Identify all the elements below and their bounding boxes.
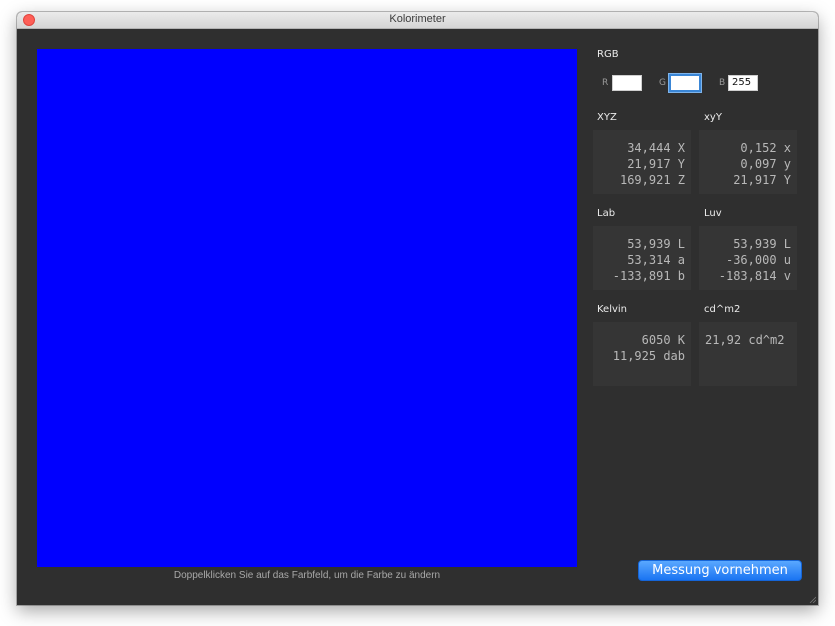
lab-values: 53,939 L 53,314 a -133,891 b — [612, 237, 685, 283]
xyy-values: 0,152 x 0,097 y 21,917 Y — [733, 141, 791, 187]
g-input[interactable] — [669, 74, 701, 92]
xyy-panel: 0,152 x 0,097 y 21,917 Y — [699, 130, 797, 194]
cdm2-panel: 21,92 cd^m2 — [699, 322, 797, 386]
luv-values: 53,939 L -36,000 u -183,814 v — [718, 237, 791, 283]
xyz-label: XYZ — [597, 112, 617, 123]
title-bar[interactable]: Kolorimeter — [17, 12, 818, 29]
cdm2-label: cd^m2 — [704, 304, 741, 315]
b-input[interactable]: 255 — [728, 75, 758, 91]
color-swatch[interactable] — [37, 49, 577, 567]
rgb-label: RGB — [597, 49, 619, 60]
window-title: Kolorimeter — [389, 13, 446, 25]
g-label: G — [659, 78, 666, 88]
kelvin-label: Kelvin — [597, 304, 628, 315]
cdm2-values: 21,92 cd^m2 — [705, 333, 785, 347]
lab-label: Lab — [597, 208, 616, 219]
swatch-hint: Doppelklicken Sie auf das Farbfeld, um d… — [173, 570, 441, 581]
r-label: R — [602, 78, 609, 88]
luv-label: Luv — [704, 208, 722, 219]
xyy-label: xyY — [704, 112, 722, 123]
lab-panel: 53,939 L 53,314 a -133,891 b — [593, 226, 691, 290]
kelvin-values: 6050 K 11,925 dab — [612, 333, 685, 363]
luv-panel: 53,939 L -36,000 u -183,814 v — [699, 226, 797, 290]
measure-button[interactable]: Messung vornehmen — [638, 560, 802, 581]
b-label: B — [719, 78, 726, 88]
xyz-values: 34,444 X 21,917 Y 169,921 Z — [619, 141, 685, 187]
kelvin-panel: 6050 K 11,925 dab — [593, 322, 691, 386]
xyz-panel: 34,444 X 21,917 Y 169,921 Z — [593, 130, 691, 194]
kolorimeter-window: Kolorimeter Doppelklicken Sie auf das Fa… — [17, 12, 818, 605]
r-input[interactable] — [612, 75, 642, 91]
resize-grip-icon[interactable] — [809, 596, 816, 603]
